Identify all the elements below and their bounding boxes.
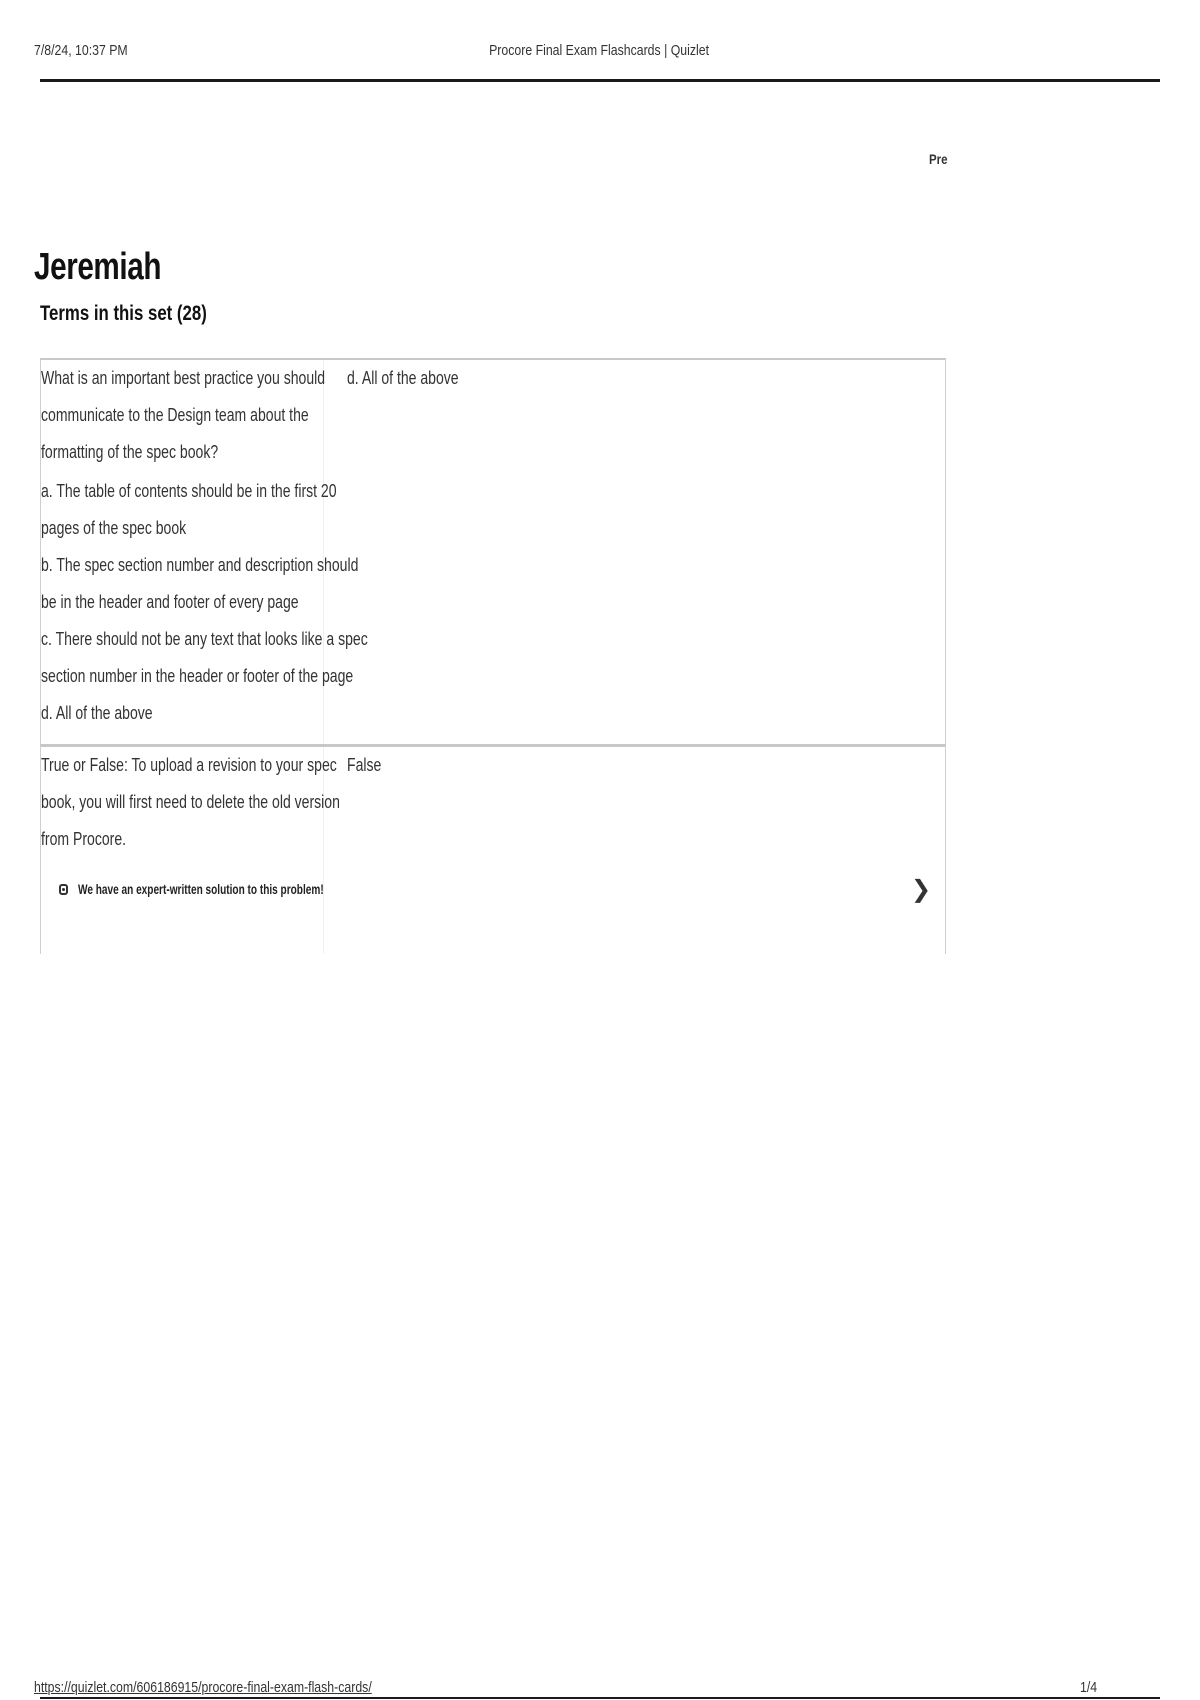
chevron-right-icon[interactable]: ❯ xyxy=(911,875,931,903)
term-text: What is an important best practice you s… xyxy=(41,360,368,732)
expert-solution-text: We have an expert-written solution to th… xyxy=(78,881,324,897)
definition-text: False xyxy=(347,755,382,775)
set-author-name: Jeremiah xyxy=(34,246,162,288)
print-header: 7/8/24, 10:37 PM Procore Final Exam Flas… xyxy=(34,42,957,66)
term-line: What is an important best practice you s… xyxy=(41,368,326,388)
term-line: True or False: To upload a revision to y… xyxy=(41,755,337,775)
term-line: b. The spec section number and descripti… xyxy=(41,555,359,575)
term-line: from Procore. xyxy=(41,829,127,849)
flashcard-row[interactable]: What is an important best practice you s… xyxy=(40,358,946,746)
terms-count-heading: Terms in this set (28) xyxy=(40,302,207,325)
term-line: a. The table of contents should be in th… xyxy=(41,481,337,501)
expert-solution-banner[interactable]: We have an expert-written solution to th… xyxy=(59,877,419,901)
term-line: d. All of the above xyxy=(41,703,153,723)
print-datetime: 7/8/24, 10:37 PM xyxy=(34,42,128,59)
term-line: section number in the header or footer o… xyxy=(41,666,354,686)
print-footer: https://quizlet.com/606186915/procore-fi… xyxy=(34,1679,1160,1699)
definition-text: d. All of the above xyxy=(347,368,459,388)
print-page-title: Procore Final Exam Flashcards | Quizlet xyxy=(489,42,709,59)
footer-divider xyxy=(40,1697,1160,1699)
term-line: be in the header and footer of every pag… xyxy=(41,592,299,612)
flashcard-row[interactable]: True or False: To upload a revision to y… xyxy=(40,744,946,954)
page-url-link[interactable]: https://quizlet.com/606186915/procore-fi… xyxy=(34,1679,372,1696)
term-cell: True or False: To upload a revision to y… xyxy=(41,747,340,954)
term-text: True or False: To upload a revision to y… xyxy=(41,747,340,858)
term-line: pages of the spec book xyxy=(41,518,187,538)
definition-cell: False xyxy=(347,747,907,784)
preview-label: Pre xyxy=(929,151,948,167)
lock-icon xyxy=(59,883,68,895)
term-line: formatting of the spec book? xyxy=(41,442,219,462)
term-line: c. There should not be any text that loo… xyxy=(41,629,368,649)
header-divider xyxy=(40,79,1160,82)
definition-cell: d. All of the above xyxy=(347,360,907,397)
page-number: 1/4 xyxy=(1080,1679,1098,1696)
term-line: book, you will first need to delete the … xyxy=(41,792,340,812)
term-cell: What is an important best practice you s… xyxy=(41,360,368,745)
term-line: communicate to the Design team about the xyxy=(41,405,309,425)
